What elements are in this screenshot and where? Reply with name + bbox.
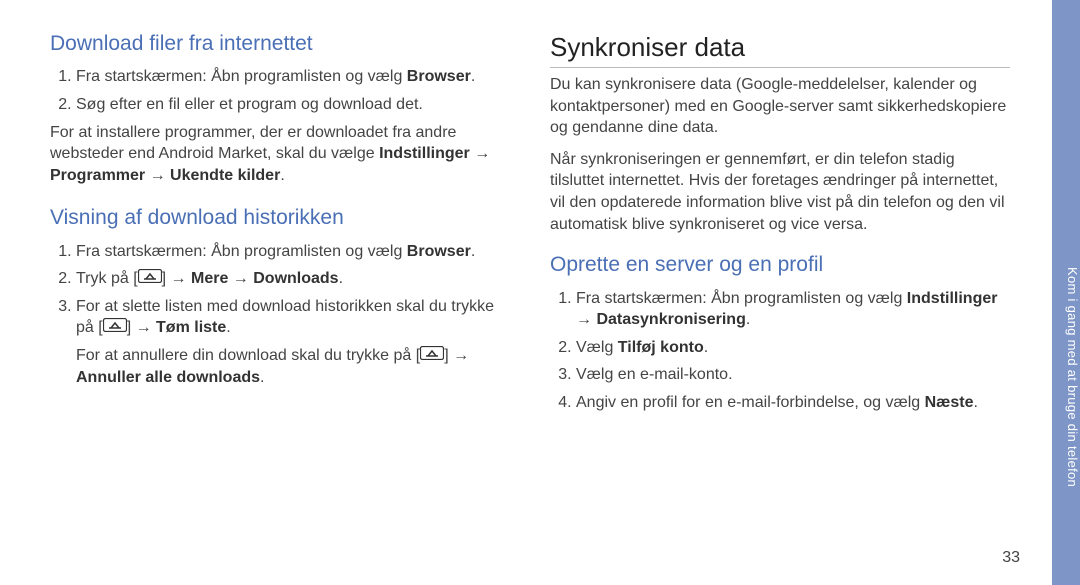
- bold-text: Annuller alle downloads: [76, 369, 260, 386]
- right-column: Synkroniser data Du kan synkronisere dat…: [550, 30, 1050, 565]
- bold-text: Indstillinger: [379, 145, 470, 162]
- section-create-server-profile: Oprette en server og en profil Fra start…: [550, 251, 1010, 413]
- text: ]: [127, 320, 136, 337]
- list-download-files: Fra startskærmen: Åbn programlisten og v…: [50, 66, 510, 115]
- list-item: Søg efter en fil eller et program og dow…: [76, 94, 510, 116]
- arrow-text: →: [470, 145, 490, 162]
- list-item: Angiv en profil for en e-mail-forbindels…: [576, 392, 1010, 414]
- bold-text: Browser: [407, 68, 471, 85]
- list-item: For at slette listen med download histor…: [76, 296, 510, 339]
- bold-text: Tilføj konto: [618, 339, 704, 356]
- bold-text: Datasynkronisering: [596, 311, 745, 328]
- arrow-text: →: [228, 270, 253, 287]
- arrow-text: →: [171, 270, 191, 287]
- bold-text: Ukendte kilder: [170, 167, 280, 184]
- bold-text: Mere: [191, 270, 228, 287]
- menu-key-icon: [103, 317, 127, 339]
- heading-download-history: Visning af download historikken: [50, 204, 510, 232]
- section-download-history: Visning af download historikken Fra star…: [50, 204, 510, 388]
- page-number: 33: [1002, 549, 1020, 567]
- text: .: [746, 311, 750, 328]
- title-synchronize-data: Synkroniser data: [550, 30, 1010, 68]
- bold-text: Næste: [925, 394, 974, 411]
- paragraph: For at annullere din download skal du tr…: [76, 345, 510, 388]
- list-item: Fra startskærmen: Åbn programlisten og v…: [76, 241, 510, 263]
- list-item: Vælg Tilføj konto.: [576, 337, 1010, 359]
- arrow-text: →: [576, 311, 596, 328]
- text: Vælg: [576, 339, 618, 356]
- chapter-side-tab: Kom i gang med at bruge din telefon: [1052, 0, 1080, 585]
- text: .: [226, 320, 230, 337]
- bold-text: Tøm liste: [156, 320, 226, 337]
- side-strip: [1032, 0, 1052, 585]
- text: Tryk på [: [76, 270, 138, 287]
- paragraph: For at installere programmer, der er dow…: [50, 122, 510, 187]
- bold-text: Indstillinger: [907, 290, 998, 307]
- list-item: Fra startskærmen: Åbn programlisten og v…: [76, 66, 510, 88]
- arrow-text: →: [145, 167, 170, 184]
- text: ]: [444, 347, 453, 364]
- menu-key-icon: [420, 345, 444, 367]
- arrow-text: →: [453, 347, 469, 364]
- text: Fra startskærmen: Åbn programlisten og v…: [76, 68, 407, 85]
- text: Fra startskærmen: Åbn programlisten og v…: [576, 290, 907, 307]
- side-tab-label: Kom i gang med at bruge din telefon: [1065, 267, 1080, 487]
- list-item: Tryk på [] → Mere → Downloads.: [76, 268, 510, 290]
- text: .: [280, 167, 284, 184]
- text: Søg efter en fil eller et program og dow…: [76, 96, 423, 113]
- document-page: Download filer fra internettet Fra start…: [0, 0, 1080, 585]
- text: Angiv en profil for en e-mail-forbindels…: [576, 394, 925, 411]
- text: ]: [162, 270, 171, 287]
- text: .: [471, 243, 475, 260]
- bold-text: Programmer: [50, 167, 145, 184]
- text: Vælg en e-mail-konto.: [576, 366, 733, 383]
- heading-create-server-profile: Oprette en server og en profil: [550, 251, 1010, 279]
- heading-download-files: Download filer fra internettet: [50, 30, 510, 58]
- intro-paragraph-2: Når synkroniseringen er gennemført, er d…: [550, 149, 1010, 235]
- text: .: [471, 68, 475, 85]
- intro-paragraph: Du kan synkronisere data (Google-meddele…: [550, 74, 1010, 139]
- bold-text: Browser: [407, 243, 471, 260]
- text: .: [974, 394, 978, 411]
- arrow-text: →: [136, 320, 156, 337]
- list-create-server-profile: Fra startskærmen: Åbn programlisten og v…: [550, 288, 1010, 414]
- left-column: Download filer fra internettet Fra start…: [50, 30, 510, 565]
- menu-key-icon: [138, 268, 162, 290]
- list-download-history: Fra startskærmen: Åbn programlisten og v…: [50, 241, 510, 339]
- text: Fra startskærmen: Åbn programlisten og v…: [76, 243, 407, 260]
- text: .: [704, 339, 708, 356]
- section-download-files: Download filer fra internettet Fra start…: [50, 30, 510, 186]
- text: .: [339, 270, 343, 287]
- bold-text: Downloads: [253, 270, 338, 287]
- list-item: Fra startskærmen: Åbn programlisten og v…: [576, 288, 1010, 331]
- list-item: Vælg en e-mail-konto.: [576, 364, 1010, 386]
- text: For at annullere din download skal du tr…: [76, 347, 420, 364]
- text: .: [260, 369, 264, 386]
